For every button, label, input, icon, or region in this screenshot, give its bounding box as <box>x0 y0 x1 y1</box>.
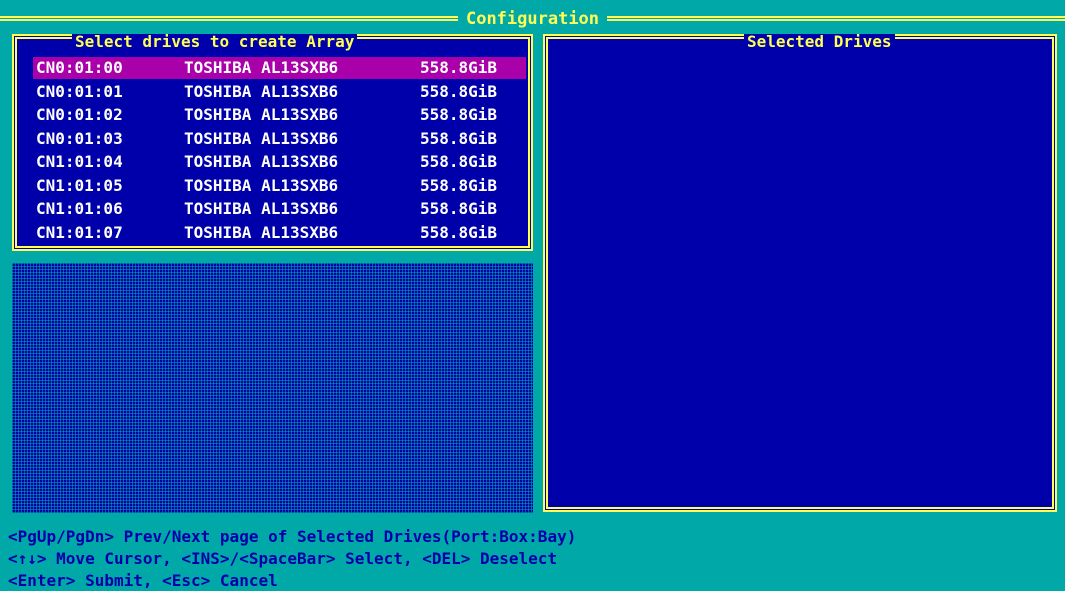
drive-size: 558.8GiB <box>420 199 498 218</box>
window-title: Configuration <box>0 8 1065 30</box>
drive-row[interactable]: CN0:01:03 TOSHIBA AL13SXB6 558.8GiB <box>33 128 526 150</box>
drive-port: CN1:01:04 <box>36 152 123 171</box>
help-line-paging: <PgUp/PgDn> Prev/Next page of Selected D… <box>8 527 577 546</box>
drive-model: TOSHIBA AL13SXB6 <box>184 105 339 124</box>
empty-pattern-area <box>12 263 533 513</box>
drive-row[interactable]: CN1:01:06 TOSHIBA AL13SXB6 558.8GiB <box>33 198 526 220</box>
window-title-label: Configuration <box>457 9 608 29</box>
selected-drives-panel <box>543 34 1057 512</box>
drive-port: CN1:01:06 <box>36 199 123 218</box>
drive-model: TOSHIBA AL13SXB6 <box>184 175 339 195</box>
drive-size: 558.8GiB <box>420 175 498 195</box>
drive-port: CN0:01:01 <box>36 81 123 101</box>
drive-model: TOSHIBA AL13SXB6 <box>184 199 339 218</box>
drive-size: 558.8GiB <box>420 105 498 124</box>
drive-model: TOSHIBA AL13SXB6 <box>184 152 339 171</box>
drive-model: TOSHIBA AL13SXB6 <box>184 81 339 101</box>
selected-drives-title: Selected Drives <box>744 34 895 50</box>
drive-port: CN0:01:03 <box>36 128 123 148</box>
help-line-submit: <Enter> Submit, <Esc> Cancel <box>8 571 278 590</box>
drive-model: TOSHIBA AL13SXB6 <box>184 222 339 242</box>
drive-selection-title: Select drives to create Array <box>72 34 358 50</box>
drive-size: 558.8GiB <box>420 128 498 148</box>
drive-port: CN1:01:05 <box>36 175 123 195</box>
drive-size: 558.8GiB <box>420 152 498 171</box>
drive-row[interactable]: CN0:01:01 TOSHIBA AL13SXB6 558.8GiB <box>33 81 526 103</box>
drive-model: TOSHIBA AL13SXB6 <box>184 128 339 148</box>
help-bar: <PgUp/PgDn> Prev/Next page of Selected D… <box>0 526 1065 591</box>
drive-row[interactable]: CN0:01:02 TOSHIBA AL13SXB6 558.8GiB <box>33 104 526 126</box>
help-line-navigation: <↑↓> Move Cursor, <INS>/<SpaceBar> Selec… <box>8 549 558 568</box>
drive-size: 558.8GiB <box>420 58 498 77</box>
drive-row[interactable]: CN1:01:04 TOSHIBA AL13SXB6 558.8GiB <box>33 151 526 173</box>
drive-port: CN0:01:00 <box>36 58 123 77</box>
drive-row[interactable]: CN0:01:00 TOSHIBA AL13SXB6 558.8GiB <box>33 57 526 79</box>
drive-size: 558.8GiB <box>420 81 498 101</box>
drive-port: CN0:01:02 <box>36 105 123 124</box>
drive-model: TOSHIBA AL13SXB6 <box>184 58 339 77</box>
drive-size: 558.8GiB <box>420 222 498 242</box>
drive-row[interactable]: CN1:01:05 TOSHIBA AL13SXB6 558.8GiB <box>33 175 526 197</box>
drive-row[interactable]: CN1:01:07 TOSHIBA AL13SXB6 558.8GiB <box>33 222 526 244</box>
drive-port: CN1:01:07 <box>36 222 123 242</box>
